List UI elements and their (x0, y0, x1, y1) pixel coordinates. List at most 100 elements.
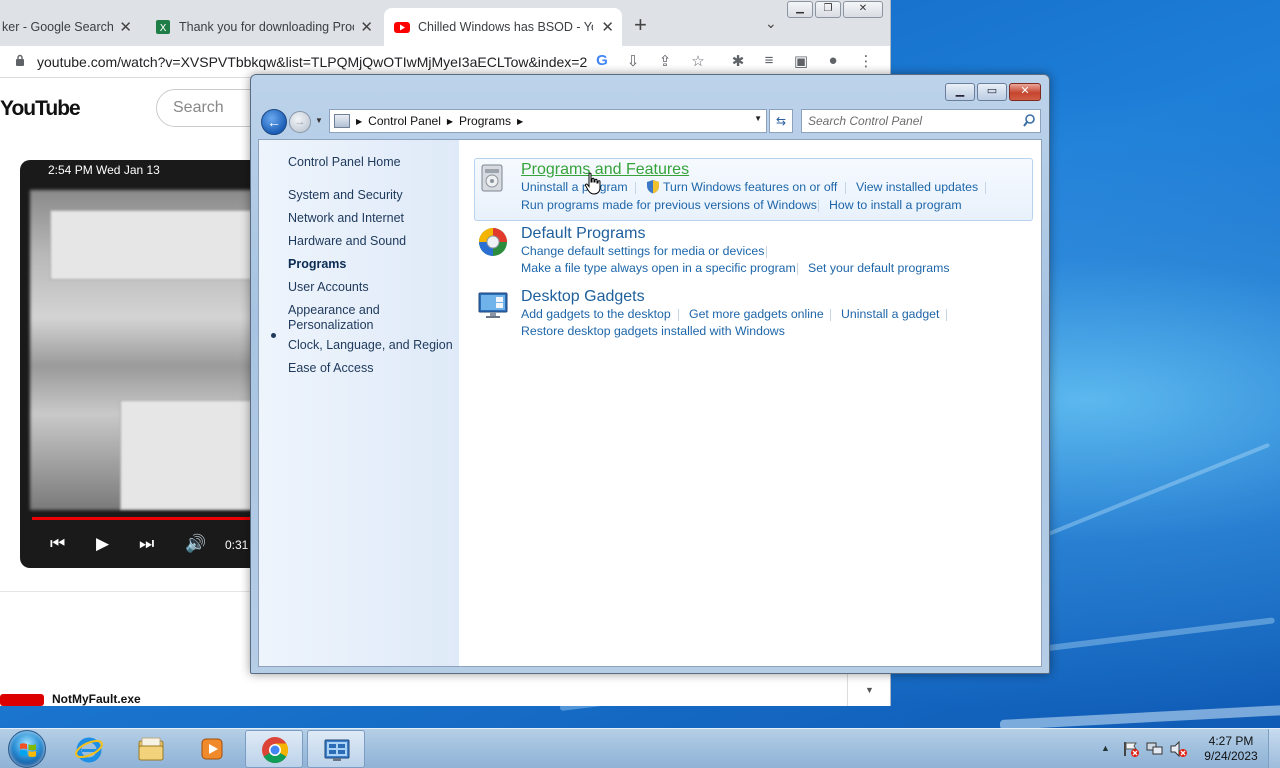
next-video-title[interactable]: NotMyFault.exe (52, 692, 141, 706)
scroll-down-icon[interactable]: ▼ (847, 674, 890, 706)
sheets-icon: X (156, 20, 170, 34)
uninstall-gadget-link[interactable]: Uninstall a gadget (841, 307, 939, 321)
windows-logo-icon (20, 743, 36, 757)
share-icon[interactable]: ⇪ (655, 52, 675, 70)
how-to-install-link[interactable]: How to install a program (829, 198, 962, 212)
network-icon[interactable] (1146, 741, 1164, 757)
taskbar-media-player[interactable] (183, 730, 241, 768)
desktop-gadgets-link[interactable]: Desktop Gadgets (521, 288, 645, 306)
breadcrumb-control-panel[interactable]: Control Panel (368, 114, 441, 128)
chevron-right-icon[interactable]: ▶ (447, 117, 453, 126)
search-icon[interactable] (1023, 114, 1035, 128)
address-bar[interactable]: youtube.com/watch?v=XVSPVTbbkqw&list=TLP… (37, 54, 587, 70)
back-icon[interactable]: ← (261, 109, 287, 135)
action-center-flag-icon[interactable] (1122, 741, 1140, 757)
nav-clock-language-region[interactable]: Clock, Language, and Region (288, 338, 453, 353)
tab-close-icon[interactable]: ✕ (601, 18, 614, 36)
minimize-icon[interactable]: ▁ (787, 1, 813, 18)
video-player[interactable]: 2:54 PM Wed Jan 13 ⏮ ▶ ⏭ 🔊 0:31 (20, 160, 260, 568)
change-default-media-link[interactable]: Change default settings for media or dev… (521, 244, 764, 258)
tab-close-icon[interactable]: ✕ (360, 18, 373, 36)
task-separator (818, 200, 819, 212)
forward-icon[interactable]: → (289, 111, 311, 133)
taskbar-file-explorer[interactable] (122, 730, 180, 768)
taskbar-internet-explorer[interactable] (60, 730, 118, 768)
volume-icon[interactable]: 🔊 (185, 534, 206, 554)
menu-kebab-icon[interactable]: ⋮ (856, 52, 876, 70)
nav-user-accounts[interactable]: User Accounts (288, 280, 369, 295)
view-installed-updates-link[interactable]: View installed updates (856, 180, 978, 194)
uninstall-program-link[interactable]: Uninstall a program (521, 180, 628, 194)
chevron-right-icon[interactable]: ▶ (356, 117, 362, 126)
refresh-icon[interactable]: ⇆ (769, 109, 793, 133)
video-thumbnail[interactable] (0, 694, 44, 706)
taskbar: ▲ 4:27 PM 9/24/2023 (0, 728, 1280, 768)
nav-system-and-security[interactable]: System and Security (288, 188, 403, 203)
close-icon[interactable]: ✕ (1009, 83, 1041, 101)
maximize-icon[interactable]: ▭ (977, 83, 1007, 101)
start-button[interactable] (8, 730, 46, 768)
show-desktop-button[interactable] (1268, 729, 1280, 768)
chevron-down-icon[interactable]: ▼ (754, 114, 762, 123)
set-default-programs-link[interactable]: Set your default programs (808, 261, 950, 275)
google-lens-icon[interactable]: G (592, 52, 612, 69)
chevron-right-icon[interactable]: ▶ (517, 117, 523, 126)
default-programs-icon[interactable] (477, 226, 509, 258)
nav-hardware-and-sound[interactable]: Hardware and Sound (288, 234, 406, 249)
tab-google-search[interactable]: ker - Google Search ✕ (0, 8, 140, 46)
search-input[interactable]: Search Control Panel (801, 109, 1041, 133)
control-panel-icon (324, 739, 350, 761)
tab-search-icon[interactable]: ⌄ (765, 15, 777, 32)
file-type-open-link[interactable]: Make a file type always open in a specif… (521, 261, 796, 275)
new-tab-icon[interactable]: + (634, 12, 647, 38)
task-separator (797, 263, 798, 275)
get-more-gadgets-link[interactable]: Get more gadgets online (689, 307, 824, 321)
install-app-icon[interactable]: ⇩ (623, 52, 643, 70)
media-controls-icon[interactable]: ≡ (759, 52, 779, 69)
play-icon[interactable]: ▶ (96, 534, 109, 554)
turn-windows-features-link[interactable]: Turn Windows features on or off (663, 180, 837, 194)
nav-appearance-and-personalization[interactable]: Appearance and Personalization (288, 303, 380, 333)
close-icon[interactable]: ✕ (843, 1, 883, 18)
task-separator (946, 309, 947, 321)
restore-icon[interactable]: ❐ (815, 1, 841, 18)
navigation-pane: Control Panel Home System and Security N… (259, 140, 459, 666)
restore-gadgets-link[interactable]: Restore desktop gadgets installed with W… (521, 324, 785, 338)
clock-date: 9/24/2023 (1204, 749, 1258, 763)
programs-features-icon[interactable] (477, 162, 509, 194)
default-programs-link[interactable]: Default Programs (521, 225, 646, 243)
chrome-tab-bar: ker - Google Search ✕ X Thank you for do… (0, 0, 890, 46)
previous-icon[interactable]: ⏮ (50, 534, 65, 554)
breadcrumb-programs[interactable]: Programs (459, 114, 511, 128)
desktop-gadgets-icon[interactable] (477, 289, 509, 321)
player-time: 0:31 (225, 538, 249, 552)
tab-procmon-download[interactable]: X Thank you for downloading Proc ✕ (147, 8, 381, 46)
lock-icon[interactable] (15, 54, 25, 66)
extensions-icon[interactable]: ✱ (728, 52, 748, 70)
minimize-icon[interactable]: ▁ (945, 83, 975, 101)
nav-ease-of-access[interactable]: Ease of Access (288, 361, 373, 376)
add-gadgets-link[interactable]: Add gadgets to the desktop (521, 307, 671, 321)
taskbar-control-panel[interactable] (307, 730, 365, 768)
run-older-programs-link[interactable]: Run programs made for previous versions … (521, 198, 817, 212)
youtube-logo[interactable]: YouTube (0, 97, 81, 121)
tab-youtube-active[interactable]: Chilled Windows has BSOD - You ✕ (384, 8, 622, 46)
recent-pages-icon[interactable]: ▼ (315, 116, 323, 125)
volume-muted-icon[interactable] (1170, 741, 1188, 757)
show-hidden-icons-icon[interactable]: ▲ (1101, 743, 1110, 753)
address-breadcrumb[interactable]: ▶ Control Panel ▶ Programs ▶ ▼ (329, 109, 767, 133)
next-icon[interactable]: ⏭ (139, 534, 154, 554)
taskbar-chrome[interactable] (245, 730, 303, 768)
nav-network-and-internet[interactable]: Network and Internet (288, 211, 404, 226)
task-separator (985, 182, 986, 194)
bookmark-star-icon[interactable]: ☆ (688, 52, 708, 70)
nav-programs[interactable]: Programs (288, 257, 346, 272)
nav-control-panel-home[interactable]: Control Panel Home (288, 155, 401, 170)
programs-and-features-link[interactable]: Programs and Features (521, 161, 689, 179)
system-clock[interactable]: 4:27 PM 9/24/2023 (1196, 734, 1266, 764)
tab-close-icon[interactable]: ✕ (119, 18, 132, 36)
side-panel-icon[interactable]: ▣ (791, 52, 811, 70)
profile-avatar-icon[interactable]: ● (823, 52, 843, 69)
video-progress-bar[interactable] (32, 517, 260, 520)
control-panel-window-controls: ▁ ▭ ✕ (943, 83, 1041, 101)
